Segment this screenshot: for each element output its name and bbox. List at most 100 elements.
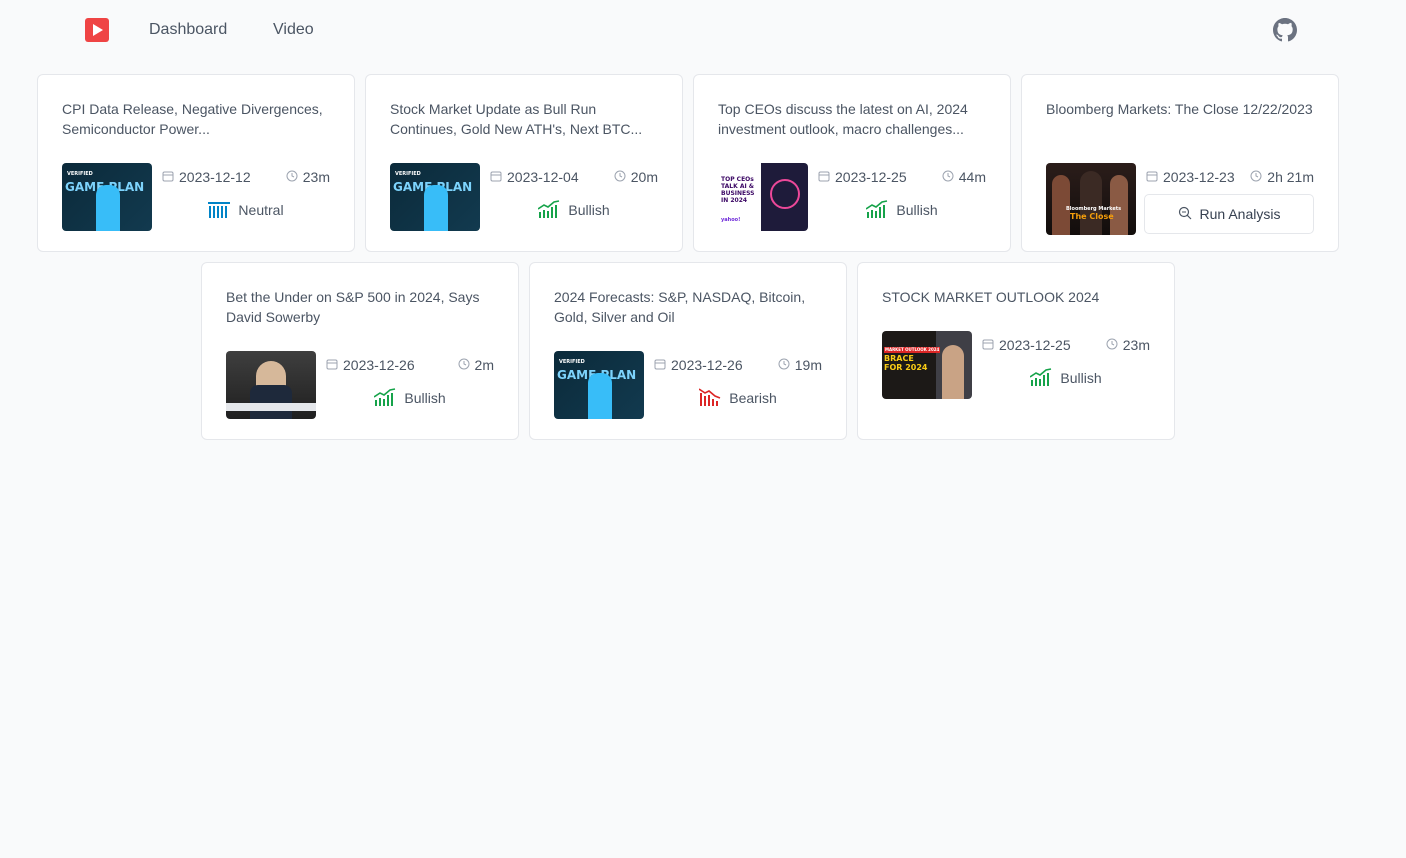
video-date: 2023-12-25 [818, 169, 907, 185]
duration-text: 20m [630, 169, 658, 185]
clock-icon [778, 357, 790, 373]
clock-icon [286, 169, 298, 185]
duration-text: 19m [794, 357, 822, 373]
video-date: 2023-12-26 [654, 357, 743, 373]
bullish-chart-icon [373, 387, 396, 409]
neutral-chart-icon [208, 200, 231, 221]
video-title[interactable]: Stock Market Update as Bull Run Continue… [390, 99, 660, 139]
video-date: 2023-12-25 [982, 337, 1071, 353]
thumbnail-person [424, 185, 448, 231]
thumbnail-person [1052, 175, 1070, 235]
thumbnail-graphic [770, 179, 800, 209]
video-thumbnail[interactable]: VERIFIED GAME PLAN [62, 163, 152, 231]
thumbnail-person [250, 385, 292, 419]
sentiment-label: Neutral [238, 202, 284, 218]
video-card[interactable]: Stock Market Update as Bull Run Continue… [365, 74, 683, 252]
video-thumbnail[interactable]: VERIFIED GAME PLAN [390, 163, 480, 231]
sentiment-indicator: Bullish [490, 199, 658, 221]
video-duration: 2h 21m [1250, 169, 1314, 185]
video-date: 2023-12-26 [326, 357, 415, 373]
thumbnail-person [942, 345, 964, 399]
calendar-icon [326, 357, 338, 373]
thumbnail-caption: VERIFIED [559, 359, 585, 365]
run-analysis-label: Run Analysis [1199, 206, 1281, 222]
thumbnail-banner [226, 403, 316, 411]
calendar-icon [654, 357, 666, 373]
sentiment-label: Bullish [1060, 370, 1102, 386]
play-icon[interactable] [85, 18, 109, 42]
thumbnail-person [588, 373, 612, 419]
sentiment-label: Bearish [729, 390, 777, 406]
video-duration: 44m [942, 169, 986, 185]
video-title[interactable]: Top CEOs discuss the latest on AI, 2024 … [718, 99, 988, 139]
thumbnail-text: TOP CEOs TALK AI & BUSINESS IN 2024 [721, 176, 755, 204]
date-text: 2023-12-04 [507, 169, 579, 185]
sentiment-indicator: Bullish [326, 387, 494, 409]
thumbnail-text: The Close [1070, 212, 1114, 221]
date-text: 2023-12-12 [179, 169, 251, 185]
video-title[interactable]: Bloomberg Markets: The Close 12/22/2023 [1046, 99, 1316, 139]
duration-text: 2m [474, 357, 494, 373]
bearish-chart-icon [698, 387, 721, 409]
video-title[interactable]: STOCK MARKET OUTLOOK 2024 [882, 287, 1152, 327]
calendar-icon [162, 169, 174, 185]
video-duration: 23m [286, 169, 330, 185]
video-thumbnail[interactable]: VERIFIED GAME PLAN [554, 351, 644, 419]
video-card[interactable]: Bet the Under on S&P 500 in 2024, Says D… [201, 262, 519, 440]
video-duration: 2m [458, 357, 494, 373]
video-thumbnail[interactable]: MARKET OUTLOOK 2024 BRACE FOR 2024 [882, 331, 972, 399]
clock-icon [458, 357, 470, 373]
clock-icon [1250, 169, 1262, 185]
video-card[interactable]: 2024 Forecasts: S&P, NASDAQ, Bitcoin, Go… [529, 262, 847, 440]
duration-text: 2h 21m [1267, 169, 1314, 185]
date-text: 2023-12-26 [671, 357, 743, 373]
thumbnail-caption: yahoo! [721, 217, 741, 223]
video-title[interactable]: 2024 Forecasts: S&P, NASDAQ, Bitcoin, Go… [554, 287, 824, 327]
video-title[interactable]: CPI Data Release, Negative Divergences, … [62, 99, 332, 139]
video-card[interactable]: Bloomberg Markets: The Close 12/22/2023 … [1021, 74, 1339, 252]
sentiment-indicator: Neutral [162, 199, 330, 221]
thumbnail-text: BRACE FOR 2024 [884, 354, 928, 372]
video-card[interactable]: Top CEOs discuss the latest on AI, 2024 … [693, 74, 1011, 252]
analysis-search-icon [1178, 206, 1192, 223]
calendar-icon [1146, 169, 1158, 185]
video-date: 2023-12-23 [1146, 169, 1235, 185]
bullish-chart-icon [865, 199, 888, 221]
thumbnail-person [1080, 171, 1102, 235]
video-thumbnail[interactable] [226, 351, 316, 419]
video-date: 2023-12-12 [162, 169, 251, 185]
video-card[interactable]: STOCK MARKET OUTLOOK 2024 MARKET OUTLOOK… [857, 262, 1175, 440]
sentiment-label: Bullish [568, 202, 610, 218]
video-duration: 23m [1106, 337, 1150, 353]
thumbnail-person [1110, 175, 1128, 235]
video-thumbnail[interactable]: TOP CEOs TALK AI & BUSINESS IN 2024 yaho… [718, 163, 808, 231]
clock-icon [942, 169, 954, 185]
date-text: 2023-12-26 [343, 357, 415, 373]
thumbnail-caption: VERIFIED [395, 171, 421, 177]
date-text: 2023-12-25 [999, 337, 1071, 353]
video-duration: 19m [778, 357, 822, 373]
duration-text: 23m [1122, 337, 1150, 353]
sentiment-label: Bullish [404, 390, 446, 406]
run-analysis-button[interactable]: Run Analysis [1144, 194, 1314, 234]
calendar-icon [982, 337, 994, 353]
date-text: 2023-12-25 [835, 169, 907, 185]
date-text: 2023-12-23 [1163, 169, 1235, 185]
calendar-icon [490, 169, 502, 185]
nav-dashboard-link[interactable]: Dashboard [149, 19, 227, 41]
video-card[interactable]: CPI Data Release, Negative Divergences, … [37, 74, 355, 252]
bullish-chart-icon [1029, 367, 1052, 389]
nav-video-link[interactable]: Video [273, 19, 314, 41]
github-icon[interactable] [1273, 18, 1297, 42]
thumbnail-person [96, 185, 120, 231]
top-navigation-bar: Dashboard Video [0, 0, 1406, 62]
video-title[interactable]: Bet the Under on S&P 500 in 2024, Says D… [226, 287, 496, 327]
video-thumbnail[interactable]: Bloomberg Markets The Close [1046, 163, 1136, 235]
sentiment-indicator: Bullish [818, 199, 986, 221]
clock-icon [1106, 337, 1118, 353]
sentiment-indicator: Bullish [982, 367, 1150, 389]
sentiment-indicator: Bearish [654, 387, 822, 409]
thumbnail-caption: MARKET OUTLOOK 2024 [884, 347, 941, 353]
bullish-chart-icon [537, 199, 560, 221]
calendar-icon [818, 169, 830, 185]
